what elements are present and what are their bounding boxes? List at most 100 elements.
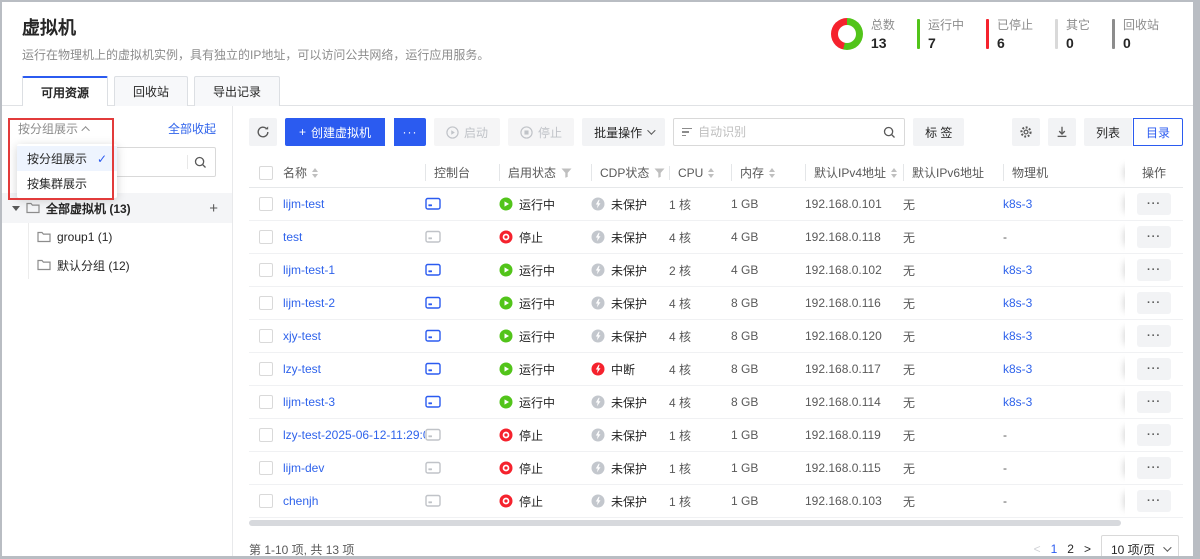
row-checkbox[interactable]	[259, 395, 273, 409]
column-header-memory[interactable]: 内存	[731, 164, 805, 181]
status-label: 运行中	[519, 361, 555, 378]
tag-button[interactable]: 标 签	[913, 118, 964, 146]
row-checkbox[interactable]	[259, 494, 273, 508]
dropdown-option-by-group[interactable]: 按分组展示 ✓	[17, 146, 117, 171]
batch-actions-button[interactable]: 批量操作	[582, 118, 665, 146]
tab-export-records[interactable]: 导出记录	[194, 76, 280, 106]
vm-name-link[interactable]: test	[283, 230, 302, 244]
row-actions-button[interactable]: ···	[1137, 457, 1171, 479]
dropdown-option-by-cluster[interactable]: 按集群展示	[17, 171, 117, 196]
cdp-status-icon	[591, 296, 605, 310]
cdp-label: 未保护	[611, 295, 647, 312]
check-icon: ✓	[97, 152, 107, 166]
table-search-input[interactable]	[698, 125, 877, 139]
search-icon[interactable]	[194, 156, 207, 169]
row-checkbox[interactable]	[259, 329, 273, 343]
cdp-status-icon	[591, 263, 605, 277]
vm-name-link[interactable]: chenjh	[283, 494, 318, 508]
column-header-cpu[interactable]: CPU	[669, 166, 731, 180]
sort-icon[interactable]	[312, 168, 318, 178]
row-actions-button[interactable]: ···	[1137, 292, 1171, 314]
console-icon[interactable]	[425, 263, 441, 277]
vm-name-link[interactable]: lzy-test	[283, 362, 321, 376]
view-catalog-button[interactable]: 目录	[1133, 118, 1183, 146]
export-button[interactable]	[1048, 118, 1076, 146]
host-link[interactable]: k8s-3	[1003, 362, 1032, 376]
row-actions-button[interactable]: ···	[1137, 391, 1171, 413]
cell-actions: ···	[1125, 386, 1183, 418]
host-link[interactable]: k8s-3	[1003, 329, 1032, 343]
row-actions-button[interactable]: ···	[1137, 259, 1171, 281]
page-button-2[interactable]: 2	[1067, 542, 1074, 556]
column-settings-button[interactable]	[1012, 118, 1040, 146]
view-list-button[interactable]: 列表	[1084, 118, 1132, 146]
row-checkbox[interactable]	[259, 362, 273, 376]
row-actions-button[interactable]: ···	[1137, 226, 1171, 248]
filter-icon[interactable]	[654, 168, 665, 178]
sort-icon[interactable]	[708, 168, 714, 178]
vm-name-link[interactable]: lijm-test-2	[283, 296, 335, 310]
cdp-label: 未保护	[611, 262, 647, 279]
page-size-select[interactable]: 10 项/页	[1101, 535, 1179, 559]
create-vm-button[interactable]: + 创建虚拟机	[285, 118, 385, 146]
column-header-actions: 操作	[1125, 158, 1183, 187]
row-actions-button[interactable]: ···	[1137, 325, 1171, 347]
cell-name: xjy-test	[283, 329, 425, 343]
column-header-status[interactable]: 启用状态	[499, 164, 591, 181]
row-checkbox[interactable]	[259, 428, 273, 442]
row-checkbox[interactable]	[259, 230, 273, 244]
filter-icon[interactable]	[561, 168, 572, 178]
vm-name-link[interactable]: lzy-test-2025-06-12-11:29:00	[283, 428, 425, 442]
table-search-box[interactable]	[673, 118, 905, 146]
select-all-checkbox[interactable]	[259, 166, 273, 180]
sort-icon[interactable]	[891, 168, 897, 178]
vm-name-link[interactable]: lijm-test-3	[283, 395, 335, 409]
next-page-button[interactable]: >	[1084, 542, 1091, 556]
column-header-cdp[interactable]: CDP状态	[591, 164, 669, 181]
row-actions-button[interactable]: ···	[1137, 424, 1171, 446]
row-checkbox[interactable]	[259, 296, 273, 310]
console-icon[interactable]	[425, 296, 441, 310]
vm-name-link[interactable]: lijm-test	[283, 197, 324, 211]
status-label: 运行中	[519, 262, 555, 279]
console-icon[interactable]	[425, 329, 441, 343]
vm-name-link[interactable]: xjy-test	[283, 329, 321, 343]
toolbar: + 创建虚拟机 ··· 启动 停止	[249, 118, 1183, 146]
tab-available-resources[interactable]: 可用资源	[22, 76, 108, 106]
column-header-name[interactable]: 名称	[283, 164, 425, 181]
row-checkbox[interactable]	[259, 263, 273, 277]
host-link[interactable]: k8s-3	[1003, 263, 1032, 277]
sort-icon[interactable]	[769, 168, 775, 178]
host-link[interactable]: k8s-3	[1003, 395, 1032, 409]
caret-down-icon[interactable]	[12, 206, 20, 211]
tree-item-group1[interactable]: group1 (1)	[37, 223, 232, 251]
table-header-row: 名称 控制台 启用状态 CDP状态	[249, 158, 1183, 188]
console-icon[interactable]	[425, 395, 441, 409]
cell-console	[425, 263, 499, 277]
row-checkbox[interactable]	[259, 461, 273, 475]
vm-name-link[interactable]: lijm-dev	[283, 461, 324, 475]
console-icon[interactable]	[425, 197, 441, 211]
stop-button: 停止	[508, 118, 574, 146]
search-icon[interactable]	[883, 126, 896, 139]
tree-item-default-group[interactable]: 默认分组 (12)	[37, 251, 232, 279]
tab-recycle-bin[interactable]: 回收站	[114, 76, 188, 106]
vm-name-link[interactable]: lijm-test-1	[283, 263, 335, 277]
host-link[interactable]: k8s-3	[1003, 197, 1032, 211]
row-actions-button[interactable]: ···	[1137, 193, 1171, 215]
console-icon[interactable]	[425, 362, 441, 376]
host-link[interactable]: k8s-3	[1003, 296, 1032, 310]
group-display-dropdown-trigger[interactable]: 按分组展示	[18, 120, 90, 137]
collapse-all-link[interactable]: 全部收起	[168, 120, 216, 137]
stat-color-bar	[1112, 19, 1115, 49]
row-actions-button[interactable]: ···	[1137, 358, 1171, 380]
add-group-button[interactable]: +	[209, 201, 218, 216]
row-checkbox[interactable]	[259, 197, 273, 211]
cell-ipv6: 无	[903, 229, 1003, 246]
row-actions-button[interactable]: ···	[1137, 490, 1171, 512]
stat-label: 总数	[871, 16, 895, 33]
refresh-button[interactable]	[249, 118, 277, 146]
create-more-button[interactable]: ···	[394, 118, 426, 146]
column-header-ipv4[interactable]: 默认IPv4地址	[805, 164, 903, 181]
page-button-1[interactable]: 1	[1051, 542, 1058, 556]
